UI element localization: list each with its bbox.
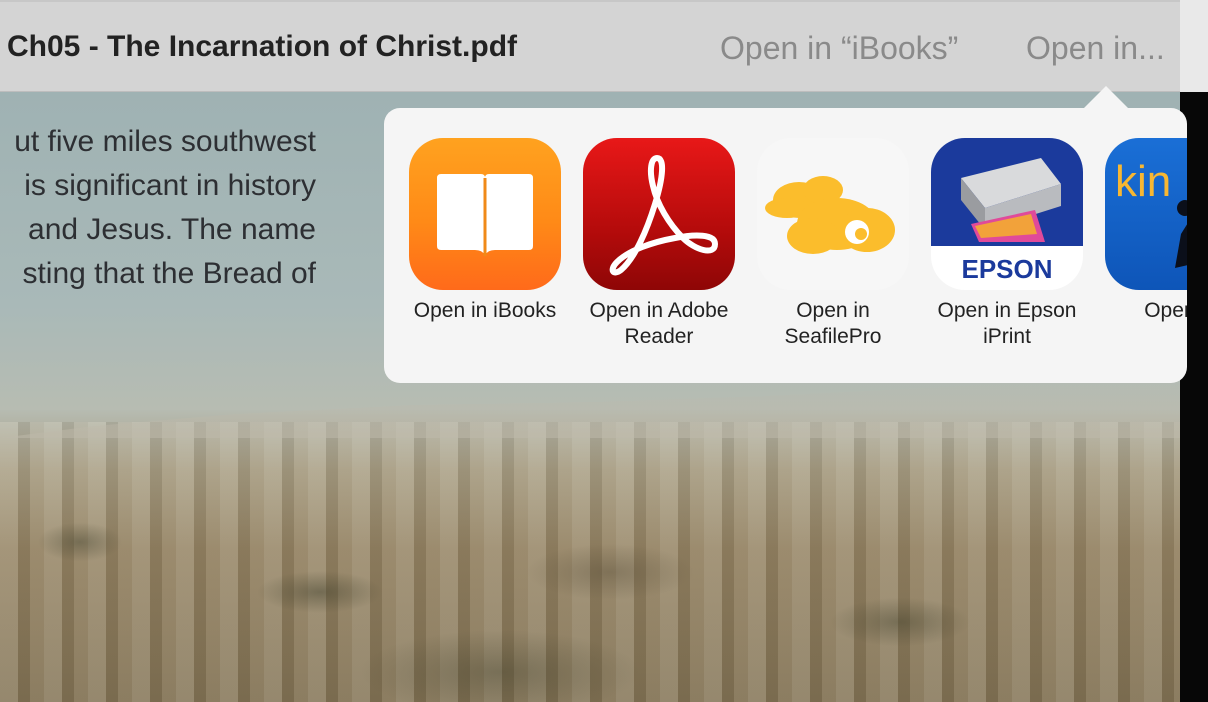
app-label: Open in (796, 299, 870, 322)
kindle-logo-text: kin (1115, 157, 1171, 206)
app-label: SeafilePro (784, 325, 882, 348)
seafile-cloud-icon[interactable] (757, 138, 909, 290)
app-seafilepro[interactable]: Open in SeafilePro (746, 138, 920, 350)
top-bar: Ch05 - The Incarnation of Christ.pdf Ope… (0, 0, 1180, 92)
app-label: Open in Epson (937, 299, 1077, 322)
app-adobe-reader[interactable]: Open in Adobe Reader (572, 138, 746, 350)
document-line: and Jesus. The name (28, 213, 316, 246)
document-line: ut five miles southwest (14, 125, 316, 158)
document-line: is significant in history (24, 169, 316, 202)
document-title: Ch05 - The Incarnation of Christ.pdf (7, 30, 518, 63)
ibooks-icon[interactable] (409, 138, 561, 290)
open-in-button[interactable]: Open in... (1026, 30, 1165, 67)
app-epson-iprint[interactable]: EPSON Open in Epson iPrint (920, 138, 1094, 350)
app-label: iPrint (983, 325, 1031, 348)
top-bar-edge (1180, 0, 1208, 92)
document-text: ut five miles southwest is significant i… (0, 120, 316, 296)
document-line: sting that the Bread of (22, 257, 316, 290)
popover-arrow (1084, 86, 1128, 108)
epson-logo-text: EPSON (961, 254, 1052, 284)
open-in-popover: Open in iBooks Open in Adobe Reader Open… (384, 108, 1187, 383)
app-label: Reader (624, 325, 694, 348)
app-label: Open in Adobe (589, 299, 729, 322)
open-in-ibooks-button[interactable]: Open in “iBooks” (720, 30, 958, 67)
epson-iprint-icon[interactable]: EPSON (931, 138, 1083, 290)
app-ibooks[interactable]: Open in iBooks (398, 138, 572, 324)
kindle-icon[interactable]: kin (1105, 138, 1187, 290)
app-kindle[interactable]: kin Open in (1094, 138, 1187, 324)
adobe-reader-icon[interactable] (583, 138, 735, 290)
app-label: Open in iBooks (413, 299, 557, 322)
app-label: Open in (1144, 299, 1187, 322)
